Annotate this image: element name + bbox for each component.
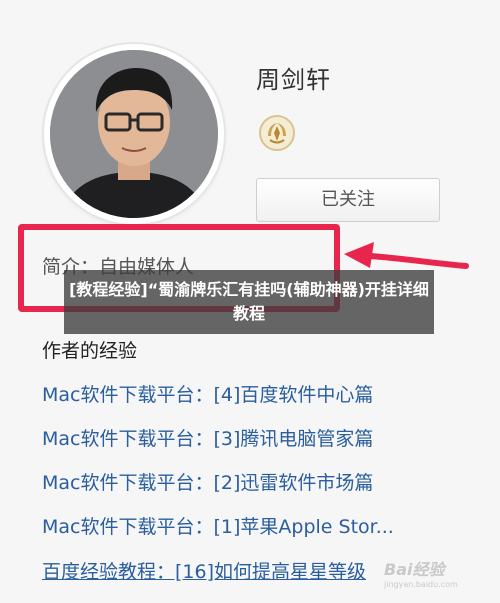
title-overlay: [教程经验]“蜀渝牌乐汇有挂吗(辅助神器)开挂详细教程 [64,270,434,334]
experience-link[interactable]: Mac软件下载平台：[1]苹果Apple Stor... [42,516,394,538]
profile-name: 周剑轩 [256,66,331,94]
experience-list: Mac软件下载平台：[4]百度软件中心篇 Mac软件下载平台：[3]腾讯电脑管家… [42,380,394,556]
avatar[interactable] [50,50,218,218]
follow-button[interactable]: 已关注 [256,178,440,222]
experience-link[interactable]: Mac软件下载平台：[3]腾讯电脑管家篇 [42,428,373,450]
profile-card: 周剑轩 已关注 简介：自由媒体人 [教程经验]“蜀渝牌乐汇有挂吗(辅助神器)开挂… [0,0,500,603]
experience-link[interactable]: Mac软件下载平台：[2]迅雷软件市场篇 [42,472,373,494]
list-item: Mac软件下载平台：[1]苹果Apple Stor... [42,512,394,556]
avatar-frame [44,44,224,224]
list-item: Mac软件下载平台：[2]迅雷软件市场篇 [42,468,394,512]
experience-section-title: 作者的经验 [42,340,138,362]
watermark-url: jingyan.baidu.com [384,580,458,589]
list-item: Mac软件下载平台：[3]腾讯电脑管家篇 [42,424,394,468]
experience-link[interactable]: Mac软件下载平台：[4]百度软件中心篇 [42,384,373,406]
experience-link[interactable]: 百度经验教程：[16]如何提高星星等级 [42,557,366,584]
avatar-portrait-icon [50,50,218,218]
baidu-jingyan-watermark: Bai经验 jingyan.baidu.com [384,556,458,589]
list-item: Mac软件下载平台：[4]百度软件中心篇 [42,380,394,424]
laurel-medal-icon[interactable] [258,114,296,152]
watermark-text: Bai经验 [384,560,445,579]
